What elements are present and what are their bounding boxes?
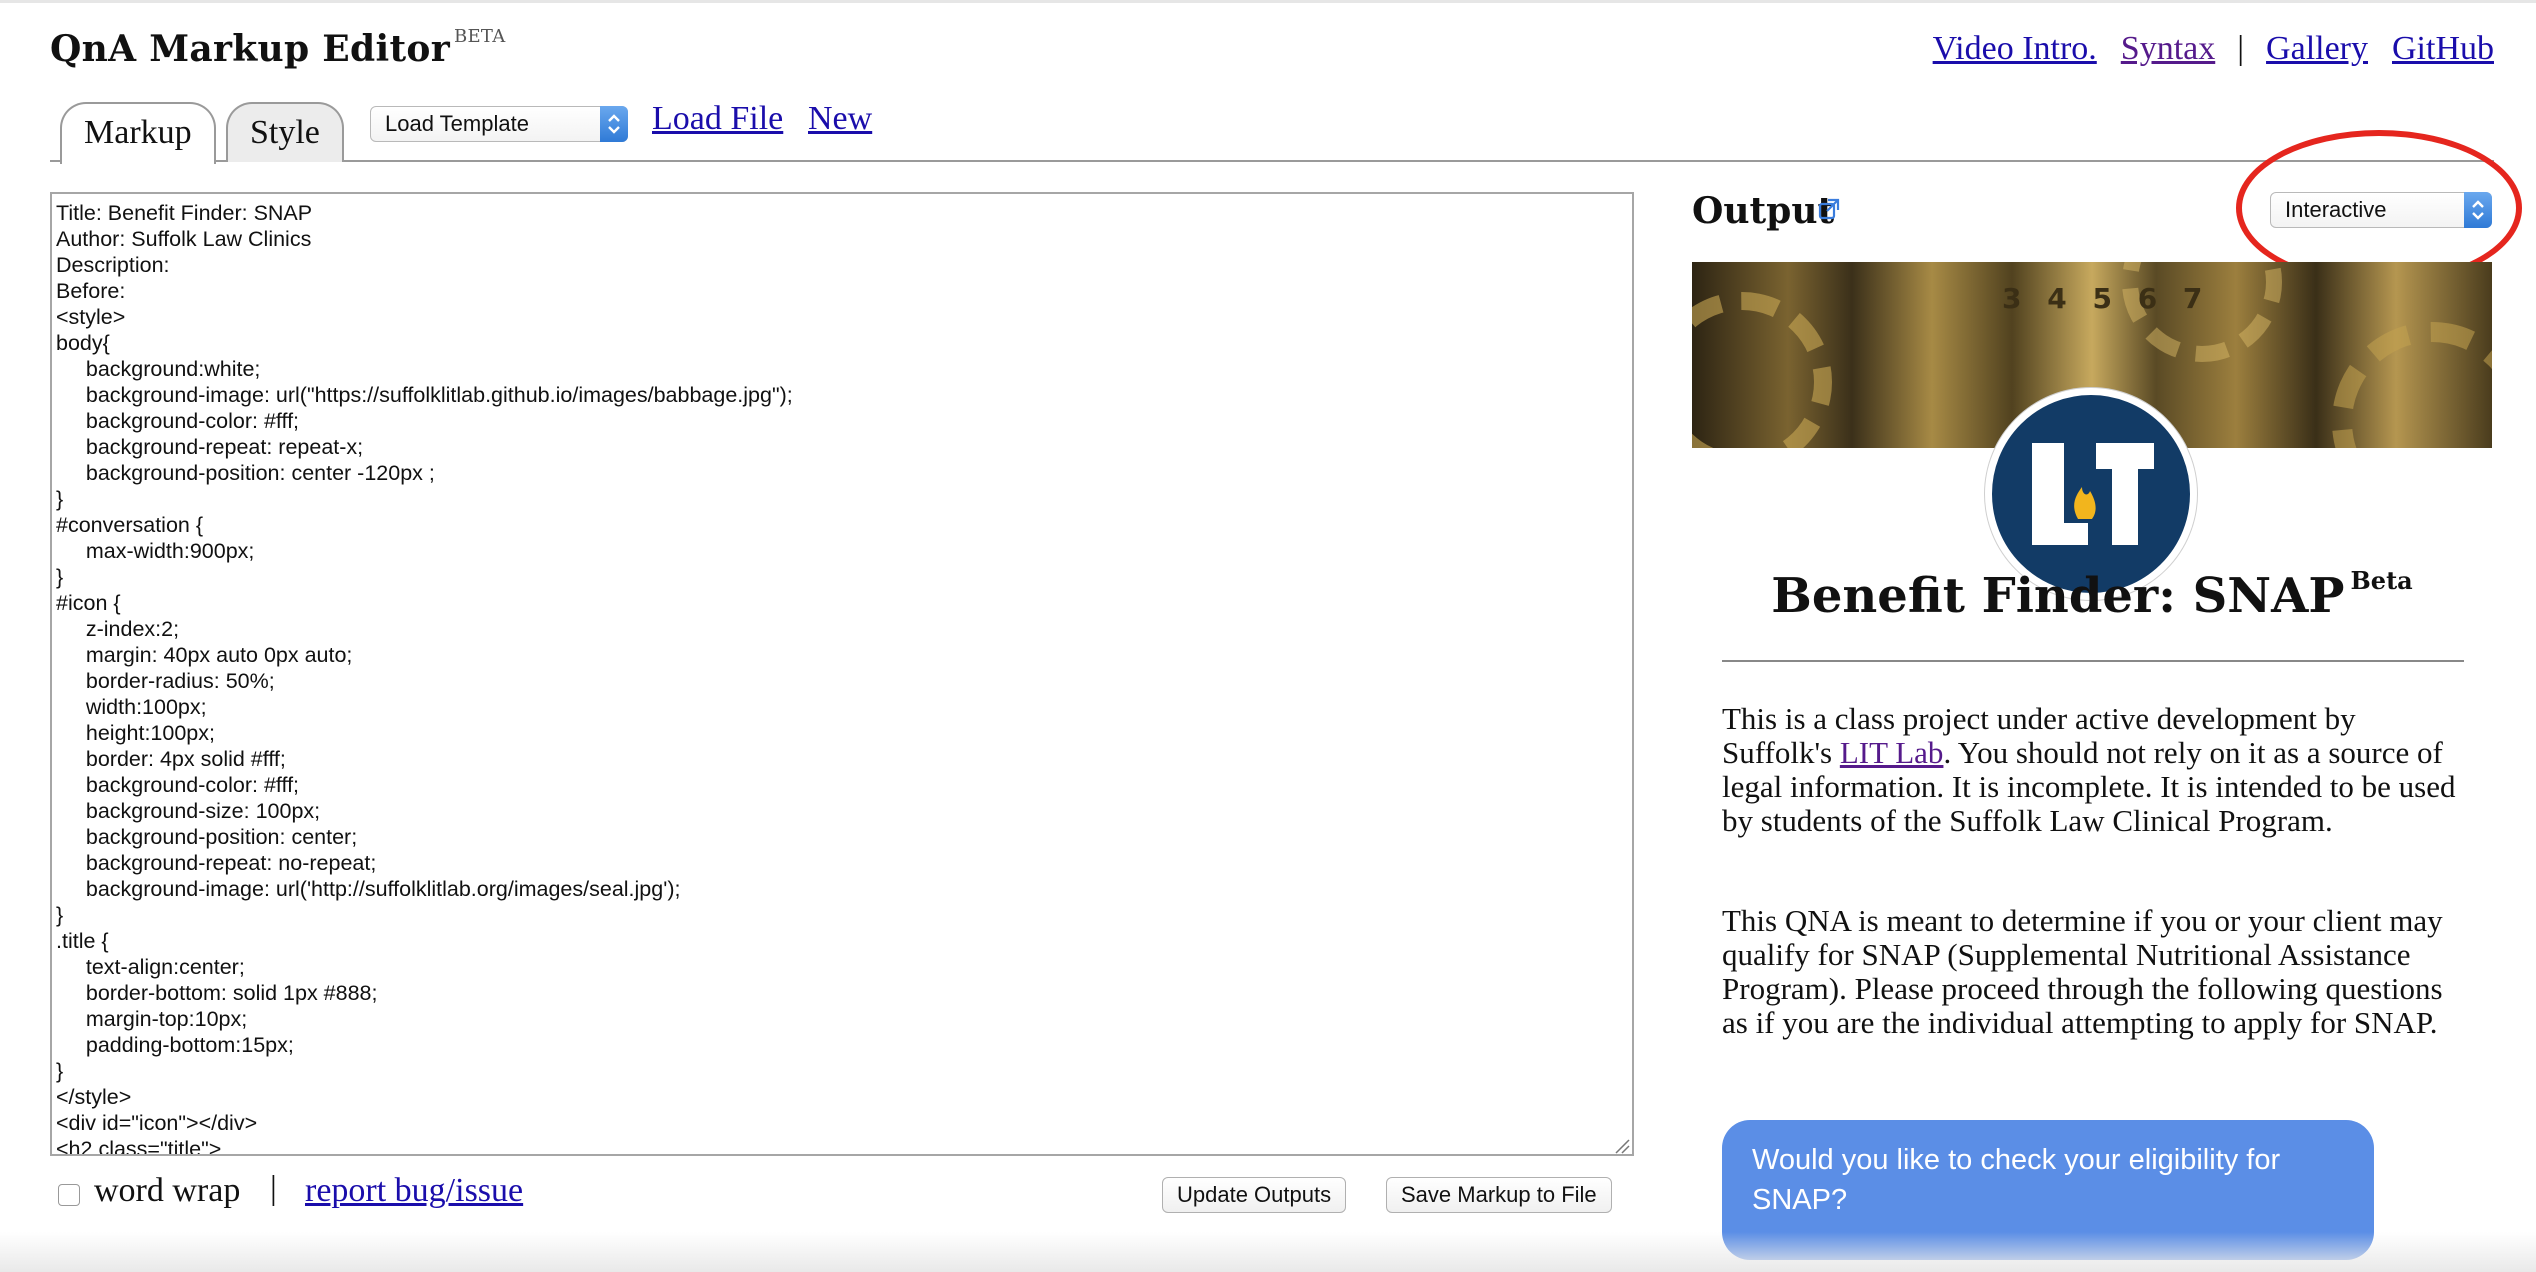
editor-line: body{	[56, 331, 110, 355]
editor-line: #conversation {	[56, 513, 204, 537]
qna-title: Benefit Finder: SNAP Beta	[1692, 566, 2492, 624]
editor-line: background-size: 100px;	[56, 799, 321, 823]
select-arrow-icon	[2464, 192, 2492, 228]
editor-line: #icon {	[56, 591, 121, 615]
editor-line: background-image: url("https://suffolkli…	[56, 383, 793, 407]
output-title: Output	[1692, 190, 1835, 232]
title-divider	[1722, 660, 2464, 662]
video-intro-link[interactable]: Video Intro.	[1933, 30, 2097, 68]
editor-line: background-repeat: no-repeat;	[56, 851, 377, 875]
editor-line: border: 4px solid #fff;	[56, 747, 286, 771]
top-nav: Video Intro. Syntax | Gallery GitHub	[1933, 30, 2494, 68]
github-link[interactable]: GitHub	[2392, 30, 2494, 68]
tab-markup[interactable]: Markup	[60, 102, 216, 164]
beta-badge: BETA	[453, 26, 506, 47]
editor-line: max-width:900px;	[56, 539, 255, 563]
editor-line: background-color: #fff;	[56, 773, 300, 797]
editor-line: Before:	[56, 279, 126, 303]
resize-grip-icon[interactable]	[1612, 1136, 1630, 1154]
editor-line: background-color: #fff;	[56, 409, 300, 433]
editor-line: background:white;	[56, 357, 261, 381]
new-link[interactable]: New	[808, 100, 872, 138]
load-file-link[interactable]: Load File	[652, 100, 783, 138]
external-link-icon[interactable]	[1818, 198, 1840, 220]
markup-editor[interactable]: Title: Benefit Finder: SNAP Author: Suffo…	[50, 192, 1634, 1156]
editor-line: text-align:center;	[56, 955, 245, 979]
bottom-fade	[0, 1232, 2536, 1272]
editor-line: </style>	[56, 1085, 132, 1109]
app-title: QnA Markup Editor BETA	[50, 26, 506, 70]
editor-line: .title {	[56, 929, 109, 953]
app-title-text: QnA Markup Editor	[50, 28, 450, 70]
output-mode-select[interactable]: Interactive	[2270, 192, 2492, 228]
editor-line: border-bottom: solid 1px #888;	[56, 981, 378, 1005]
editor-line: }	[56, 903, 64, 927]
gallery-link[interactable]: Gallery	[2266, 30, 2368, 68]
editor-line: <div id="icon"></div>	[56, 1111, 258, 1135]
editor-line: background-image: url('http://suffolklit…	[56, 877, 681, 901]
banner-digits: 3 4 5 6 7	[2002, 282, 2211, 315]
editor-line: background-position: center -120px ;	[56, 461, 435, 485]
editor-line: border-radius: 50%;	[56, 669, 275, 693]
qna-beta-badge: Beta	[2350, 566, 2413, 595]
load-template-select[interactable]: Load Template	[370, 106, 628, 142]
editor-line: }	[56, 487, 64, 511]
banner-gear	[1692, 292, 1832, 448]
report-bug-link[interactable]: report bug/issue	[305, 1172, 523, 1210]
editor-line: background-position: center;	[56, 825, 358, 849]
intro-paragraph: This is a class project under active dev…	[1722, 702, 2464, 838]
qna-title-text: Benefit Finder: SNAP	[1771, 568, 2345, 624]
update-outputs-button[interactable]: Update Outputs	[1162, 1177, 1347, 1213]
load-template-value: Load Template	[385, 111, 529, 136]
editor-line: background-repeat: repeat-x;	[56, 435, 364, 459]
editor-line: Title: Benefit Finder: SNAP	[56, 201, 313, 225]
editor-line: <style>	[56, 305, 126, 329]
footer-separator: |	[270, 1170, 277, 1207]
editor-line: padding-bottom:15px;	[56, 1033, 294, 1057]
top-border	[0, 0, 2536, 3]
editor-line: margin: 40px auto 0px auto;	[56, 643, 353, 667]
editor-line: <h2 class="title">	[56, 1137, 222, 1156]
lit-lab-link[interactable]: LIT Lab	[1840, 735, 1944, 770]
editor-line: height:100px;	[56, 721, 215, 745]
word-wrap-checkbox[interactable]	[58, 1184, 80, 1206]
tab-style[interactable]: Style	[226, 102, 344, 162]
editor-line: }	[56, 1059, 64, 1083]
select-arrow-icon	[600, 106, 628, 142]
word-wrap-label: word wrap	[94, 1172, 241, 1209]
tabs-divider	[50, 160, 2494, 162]
editor-line: Author: Suffolk Law Clinics	[56, 227, 312, 251]
nav-separator: |	[2237, 30, 2245, 67]
editor-line: z-index:2;	[56, 617, 180, 641]
banner-gear	[2332, 322, 2492, 448]
editor-line: }	[56, 565, 64, 589]
output-mode-value: Interactive	[2285, 197, 2387, 222]
purpose-paragraph: This QNA is meant to determine if you or…	[1722, 903, 2443, 1040]
editor-line: Description:	[56, 253, 170, 277]
save-markup-button[interactable]: Save Markup to File	[1386, 1177, 1612, 1213]
editor-line: width:100px;	[56, 695, 207, 719]
editor-line: margin-top:10px;	[56, 1007, 248, 1031]
syntax-link[interactable]: Syntax	[2121, 30, 2215, 68]
